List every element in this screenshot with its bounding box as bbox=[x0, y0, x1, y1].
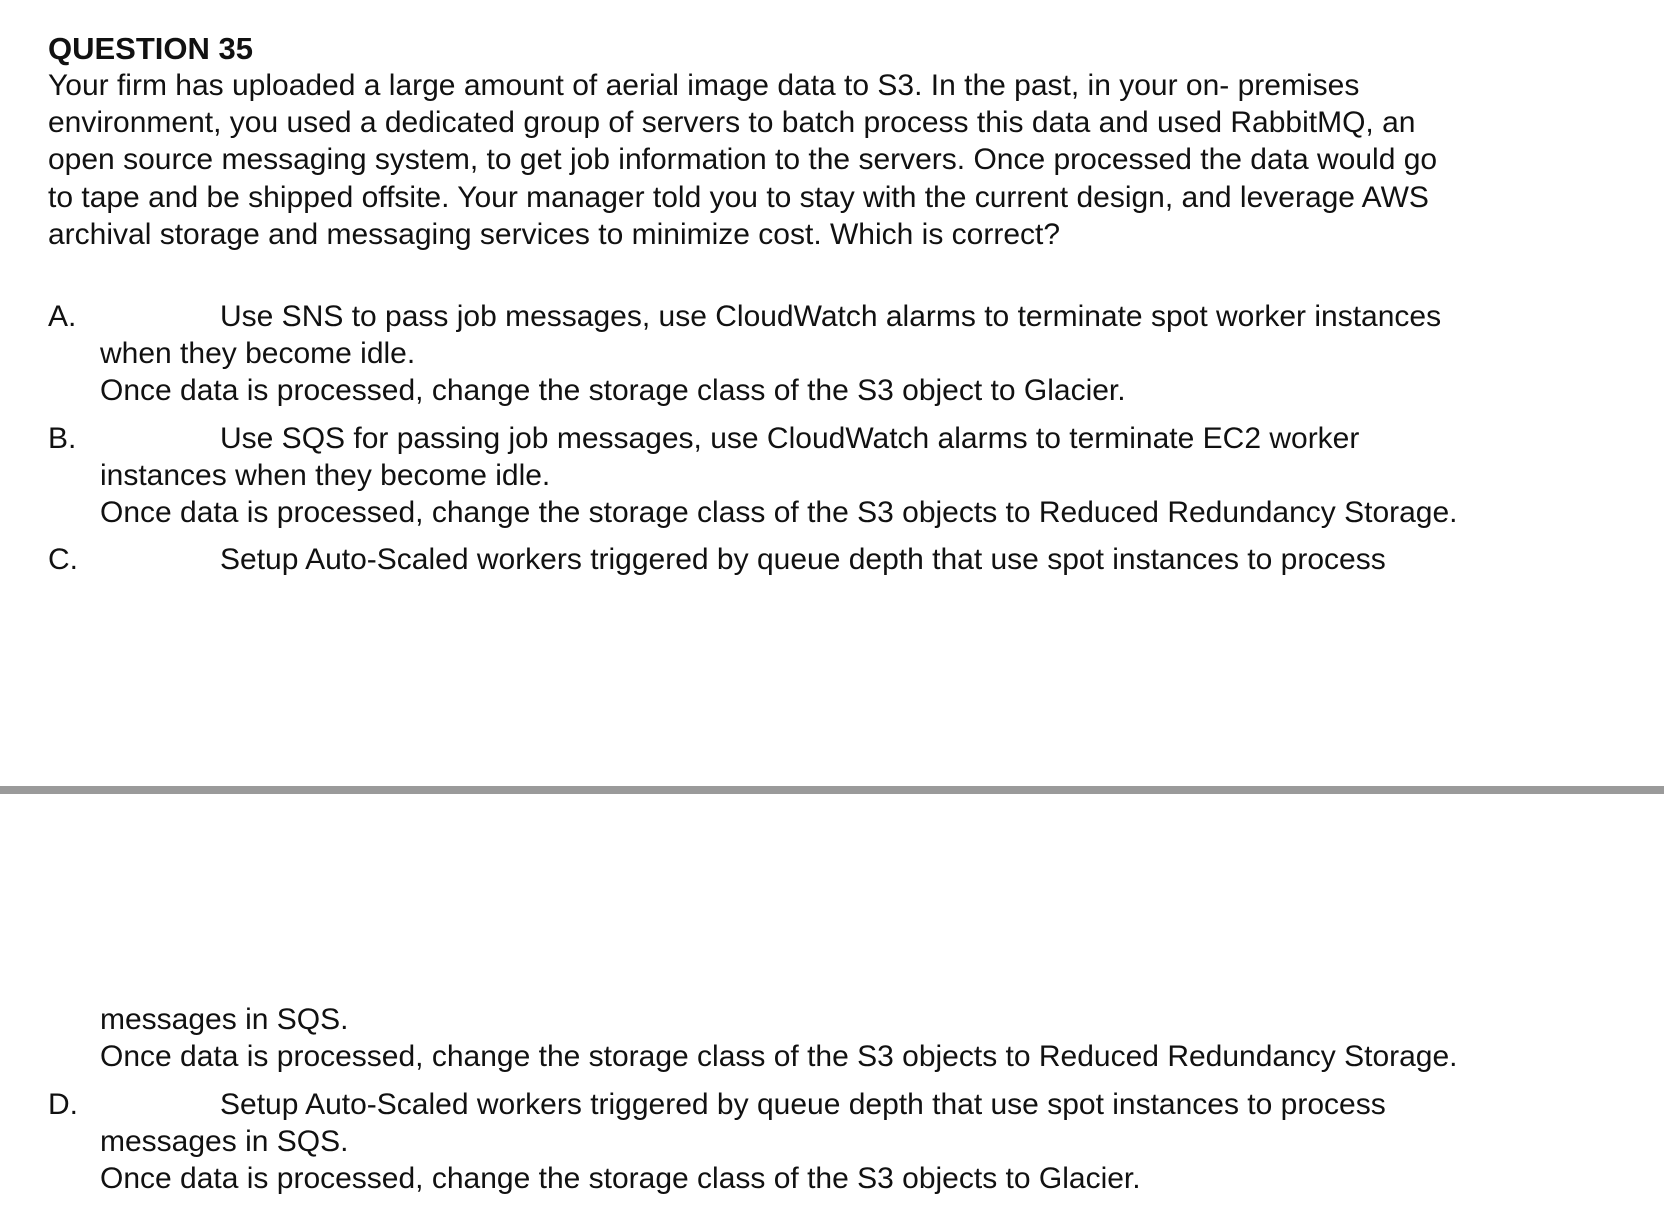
option-text-line: Use SNS to pass job messages, use CloudW… bbox=[220, 300, 1442, 333]
option-text-line: when they become idle. bbox=[100, 337, 416, 370]
option-text-line: instances when they become idle. bbox=[100, 459, 551, 492]
stem-line: archival storage and messaging services … bbox=[48, 217, 1061, 251]
stem-line: environment, you used a dedicated group … bbox=[48, 106, 1416, 140]
option-letter: C. bbox=[48, 543, 78, 576]
option-letter: B. bbox=[48, 422, 77, 455]
document-page: QUESTION 35 Your firm has uploaded a lar… bbox=[0, 0, 1664, 1230]
option-text-line: Use SQS for passing job messages, use Cl… bbox=[220, 422, 1360, 455]
option-letter: D. bbox=[48, 1088, 78, 1121]
question-stem: Your firm has uploaded a large amount of… bbox=[48, 67, 1638, 253]
stem-line: open source messaging system, to get job… bbox=[48, 143, 1438, 177]
option-text-line: Once data is processed, change the stora… bbox=[100, 374, 1126, 407]
stem-line: to tape and be shipped offsite. Your man… bbox=[48, 180, 1429, 214]
option-text-line: Setup Auto-Scaled workers triggered by q… bbox=[220, 1088, 1386, 1121]
option-text-line: messages in SQS. bbox=[100, 1125, 349, 1158]
question-title: QUESTION 35 bbox=[48, 31, 253, 66]
stem-line: Your firm has uploaded a large amount of… bbox=[48, 69, 1360, 102]
option-text-line: Once data is processed, change the stora… bbox=[100, 496, 1458, 529]
option-text-line: Setup Auto-Scaled workers triggered by q… bbox=[220, 543, 1386, 576]
option-text-line: Once data is processed, change the stora… bbox=[100, 1040, 1458, 1073]
page-break-divider bbox=[0, 786, 1664, 794]
option-text-line: messages in SQS. bbox=[100, 1003, 349, 1036]
option-text-line: Once data is processed, change the stora… bbox=[100, 1162, 1141, 1195]
option-letter: A. bbox=[48, 300, 77, 333]
